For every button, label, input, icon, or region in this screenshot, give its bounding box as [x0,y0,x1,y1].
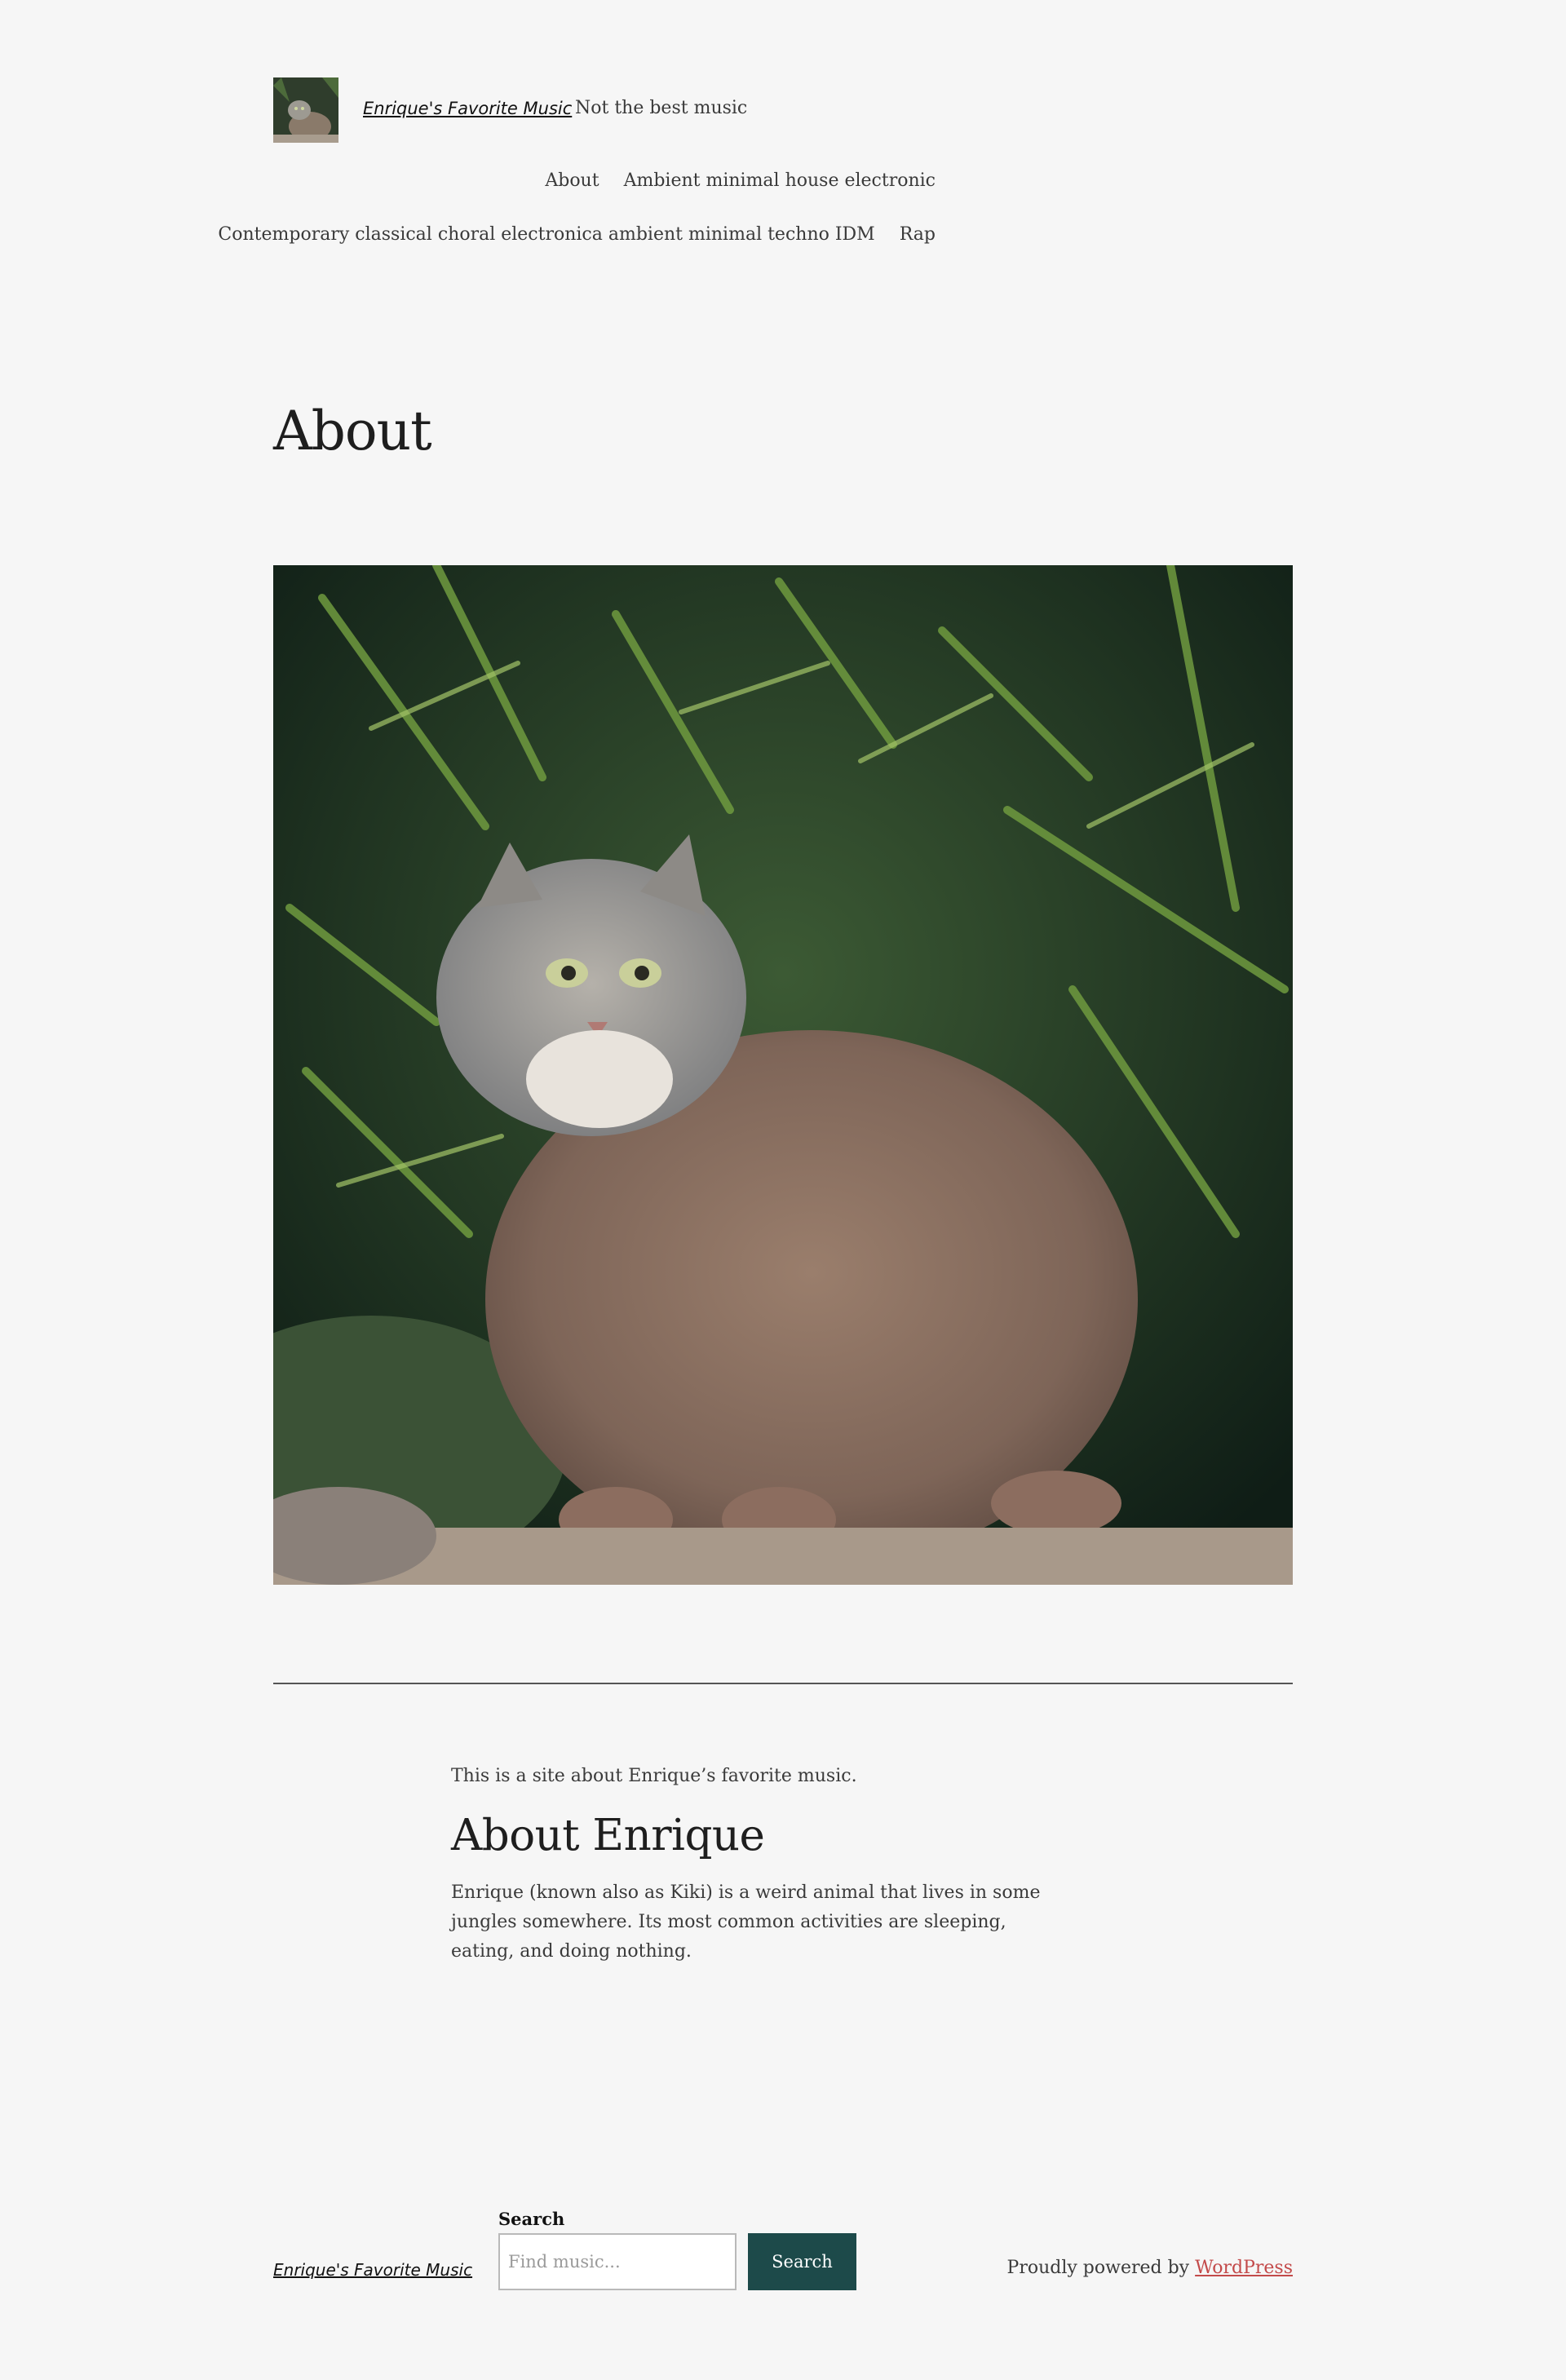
search-button[interactable]: Search [748,2233,856,2290]
wordpress-link[interactable]: WordPress [1195,2258,1293,2278]
powered-by: Proudly powered by WordPress [1007,2258,1293,2278]
featured-image [273,565,1293,1585]
nav-item-rap[interactable]: Rap [900,224,936,245]
page-content: This is a site about Enrique’s favorite … [451,1762,1071,1967]
site-title-link[interactable]: Enrique's Favorite Music [363,99,572,118]
powered-by-text: Proudly powered by [1006,2258,1190,2278]
bio-paragraph: Enrique (known also as Kiki) is a weird … [451,1882,1041,1962]
nav-row: About Ambient minimal house electronic [273,170,936,191]
nav-row: Contemporary classical choral electronic… [218,224,936,245]
search-input[interactable] [498,2233,737,2290]
site-tagline: Not the best music [575,98,748,118]
site-footer: Enrique's Favorite Music Search Search P… [273,2202,1293,2300]
nav-item-ambient-minimal-house-electronic[interactable]: Ambient minimal house electronic [624,170,936,191]
section-heading: About Enrique [451,1811,765,1861]
footer-site-title-link[interactable]: Enrique's Favorite Music [273,2260,472,2280]
nav-item-about[interactable]: About [545,170,599,191]
intro-paragraph: This is a site about Enrique’s favorite … [451,1766,857,1786]
content-separator [273,1683,1293,1684]
site-logo[interactable] [273,77,338,143]
search-label: Search [498,2209,565,2229]
page-title: About [273,400,432,462]
nav-item-contemporary-classical[interactable]: Contemporary classical choral electronic… [218,224,874,245]
